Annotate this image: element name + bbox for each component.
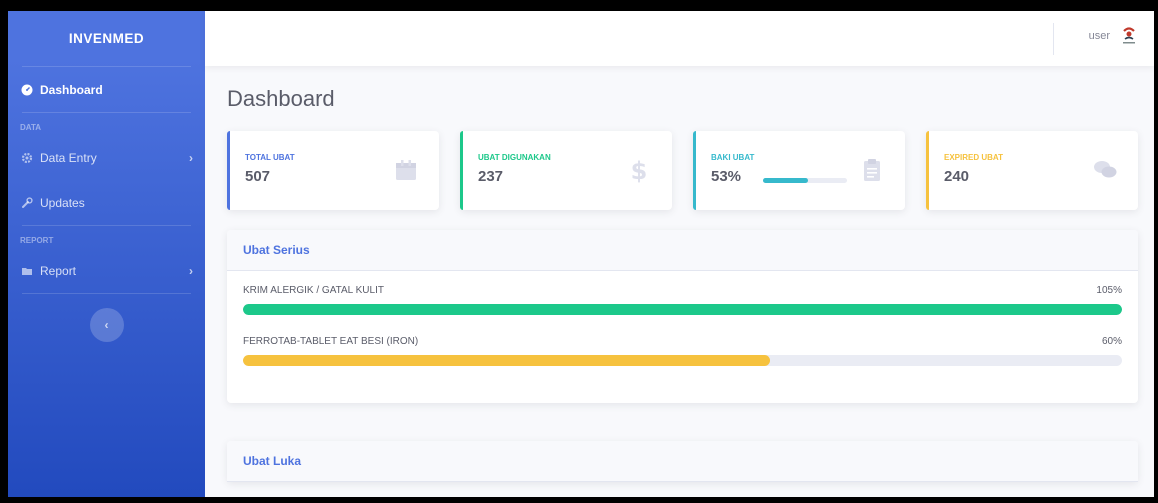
card-accent-bar [227,131,230,210]
main-content: Dashboard TOTAL UBAT 507 UBAT DIGUNAKAN … [205,66,1154,497]
panel-title: Ubat Luka [227,441,1138,482]
panel-body: KRIM ALERGIK / GATAL KULIT 105% FERROTAB… [227,271,1138,403]
wrench-icon [20,196,34,210]
tachometer-icon [20,83,34,97]
sidebar-heading-report: REPORT [20,236,54,245]
chevron-right-icon: › [189,150,193,165]
progress-track [243,304,1122,315]
dollar-icon: $ [626,157,652,185]
user-menu[interactable]: user [1089,25,1140,47]
sidebar-item-dashboard[interactable]: Dashboard [8,67,205,112]
svg-text:$: $ [631,157,648,183]
panel-ubat-serius: Ubat Serius KRIM ALERGIK / GATAL KULIT 1… [227,230,1138,403]
user-name: user [1088,30,1110,42]
baki-progress-fill [763,178,808,183]
panel-title: Ubat Serius [227,230,1138,271]
brand-logo[interactable]: INVENMED [8,11,205,66]
cog-icon [20,151,34,165]
progress-percent: 60% [1101,336,1122,347]
sidebar-item-label: Dashboard [40,82,103,97]
sidebar-toggle-button[interactable]: ‹ [89,308,124,342]
progress-row: KRIM ALERGIK / GATAL KULIT 105% [243,285,1122,315]
chevron-right-icon: › [189,263,193,278]
progress-row: FERROTAB-TABLET EAT BESI (IRON) 60% [243,336,1122,366]
app-window: INVENMED Dashboard DATA Data Entry › Upd… [8,11,1154,497]
sidebar-item-data-entry[interactable]: Data Entry › [8,135,205,180]
stat-card-expired-ubat: EXPIRED UBAT 240 [926,131,1138,210]
folder-icon [20,264,34,278]
chevron-left-icon: ‹ [104,318,109,332]
progress-fill [243,304,1122,315]
progress-label: FERROTAB-TABLET EAT BESI (IRON) [243,336,419,347]
sidebar-item-label: Data Entry [40,150,97,165]
panel-ubat-luka: Ubat Luka [227,441,1138,482]
progress-track [243,355,1122,366]
progress-fill [243,355,771,366]
sidebar-heading-data: DATA [20,123,42,132]
stat-card-total-ubat: TOTAL UBAT 507 [227,131,439,210]
stat-card-baki-ubat: BAKI UBAT 53% [693,131,905,210]
comments-icon [1092,157,1118,183]
topbar-divider [1053,23,1054,55]
progress-label: KRIM ALERGIK / GATAL KULIT [243,285,384,296]
sidebar-item-label: Updates [40,195,85,210]
stat-card-ubat-digunakan: UBAT DIGUNAKAN 237 $ [460,131,672,210]
card-accent-bar [460,131,463,210]
sidebar-item-report[interactable]: Report › [8,248,205,293]
topbar: user [205,11,1154,66]
card-accent-bar [693,131,696,210]
sidebar: INVENMED Dashboard DATA Data Entry › Upd… [8,11,205,497]
card-accent-bar [926,131,929,210]
page-title: Dashboard [227,86,335,111]
calendar-icon [393,157,419,183]
progress-percent: 105% [1096,285,1122,296]
sidebar-item-updates[interactable]: Updates [8,180,205,225]
sidebar-item-label: Report [40,263,77,278]
clipboard-icon [859,157,885,183]
avatar [1118,25,1140,47]
baki-progress-bar [763,178,847,183]
stat-cards: TOTAL UBAT 507 UBAT DIGUNAKAN 237 $ BAKI… [227,131,1138,210]
sidebar-divider [22,293,191,294]
